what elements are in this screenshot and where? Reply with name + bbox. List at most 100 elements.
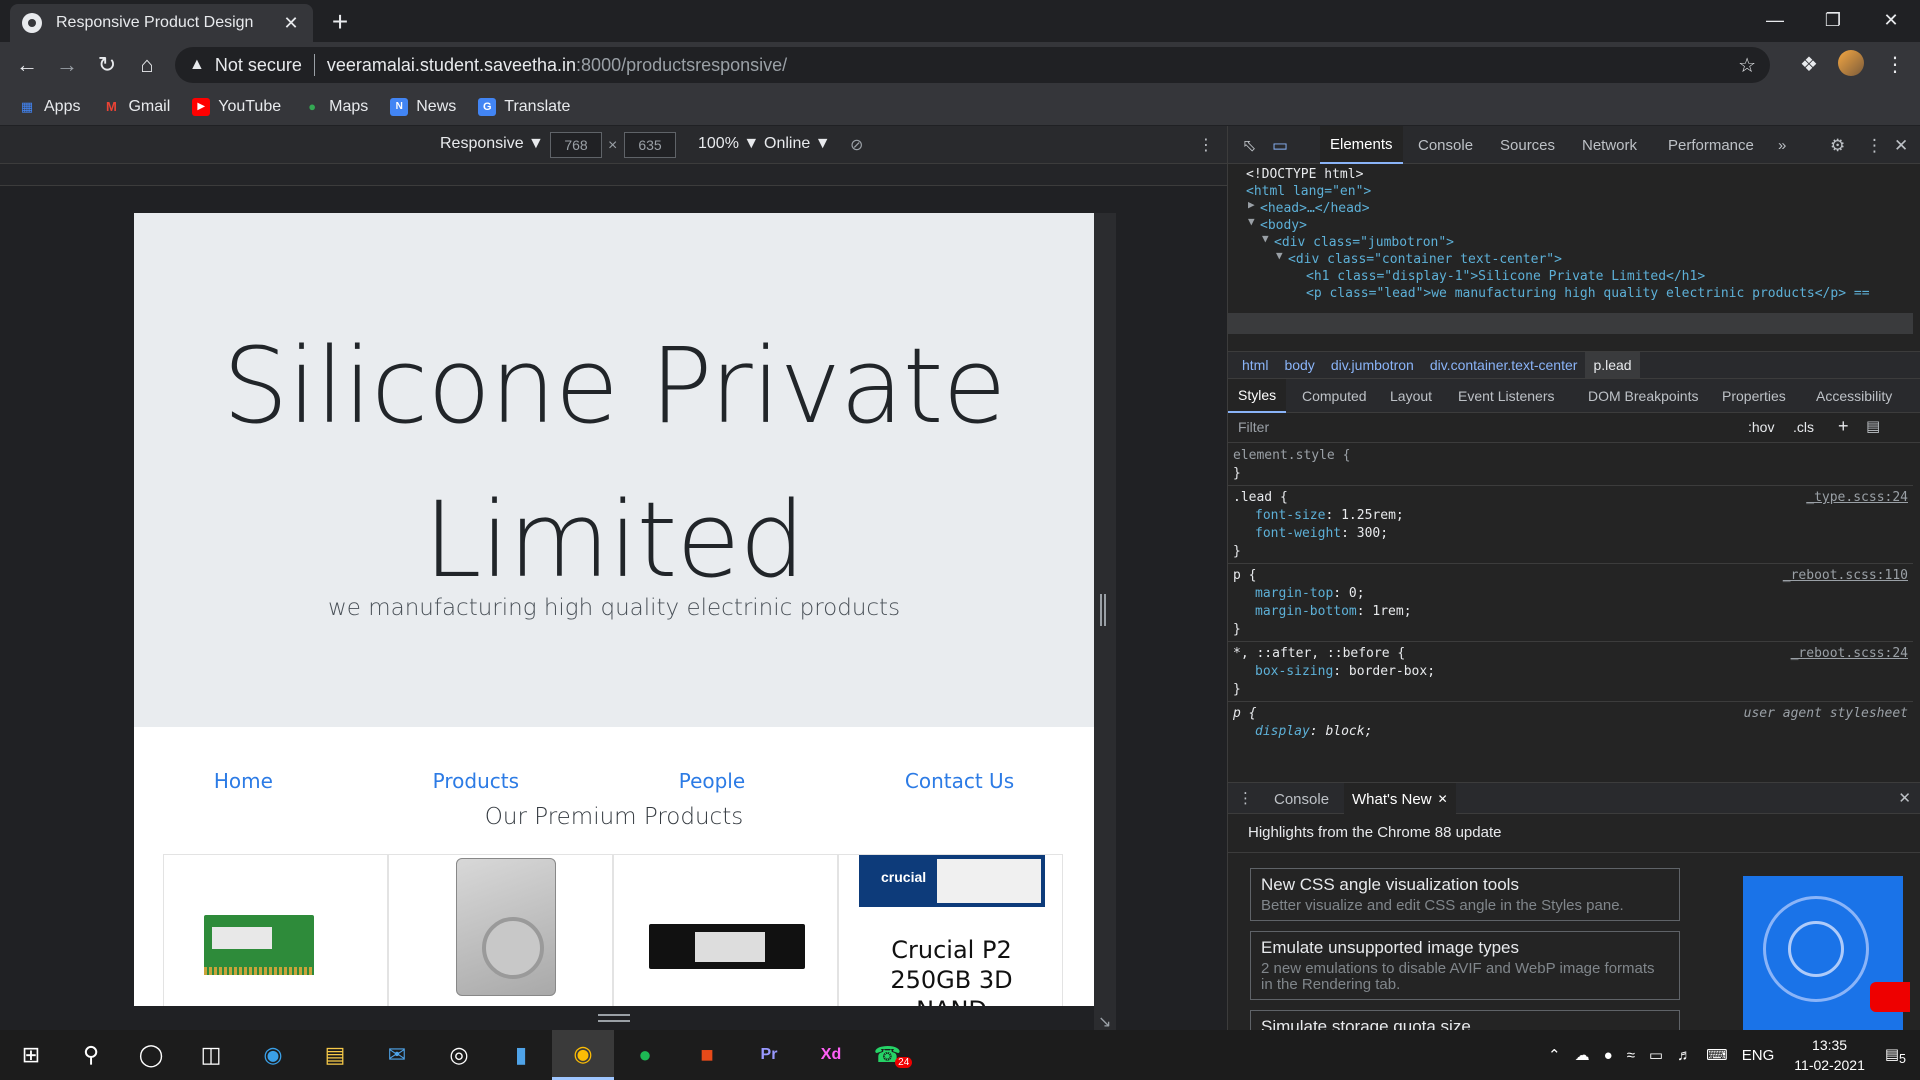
back-icon[interactable]: ←	[12, 50, 42, 80]
collapse-arrow-icon[interactable]: ▼	[1276, 249, 1283, 262]
tab-elements[interactable]: Elements	[1320, 126, 1403, 164]
tab-accessibility[interactable]: Accessibility	[1806, 379, 1902, 413]
profile-avatar[interactable]	[1838, 50, 1864, 76]
breadcrumb-item[interactable]: body	[1276, 352, 1322, 378]
breadcrumb-item-active[interactable]: p.lead	[1585, 352, 1640, 378]
close-devtools-icon[interactable]: ✕	[1894, 136, 1908, 156]
rule-selector[interactable]: p {	[1233, 567, 1256, 585]
volume-icon[interactable]: ♬	[1677, 1047, 1692, 1064]
nav-home-link[interactable]: Home	[214, 769, 273, 793]
bookmark-news[interactable]: N News	[390, 97, 456, 116]
more-tabs-icon[interactable]: »	[1768, 126, 1796, 164]
language-indicator[interactable]: ENG	[1742, 1047, 1775, 1064]
bookmark-apps[interactable]: ▦ Apps	[18, 98, 81, 116]
bookmark-gmail[interactable]: M Gmail	[102, 98, 170, 116]
settings-gear-icon[interactable]: ⚙	[1830, 136, 1845, 156]
rule-selector[interactable]: element.style {	[1233, 447, 1350, 465]
tab-event-listeners[interactable]: Event Listeners	[1448, 379, 1565, 413]
dom-node-selected[interactable]: <p class="lead">we manufacturing high qu…	[1306, 283, 1870, 304]
product-card-hdd[interactable]	[388, 854, 613, 1006]
rule-selector[interactable]: p {	[1233, 705, 1256, 723]
new-rule-plus-icon[interactable]: +	[1838, 416, 1849, 437]
chrome-icon[interactable]: ◉	[552, 1030, 614, 1080]
rule-declaration[interactable]: margin-top: 0;	[1255, 585, 1365, 603]
tab-performance[interactable]: Performance	[1658, 126, 1764, 164]
address-bar[interactable]: ▲ Not secure veeramalai.student.saveetha…	[175, 47, 1770, 83]
rotate-icon[interactable]: ⊘	[850, 135, 863, 155]
rule-source-link[interactable]: _reboot.scss:110	[1783, 567, 1908, 585]
file-explorer-icon[interactable]: ▤	[304, 1030, 366, 1080]
keyboard-icon[interactable]: ⌨	[1706, 1046, 1728, 1064]
windows-start-icon[interactable]: ⊞	[0, 1030, 62, 1080]
close-window-icon[interactable]: ✕	[1862, 0, 1920, 40]
tab-styles[interactable]: Styles	[1228, 379, 1287, 413]
hov-toggle[interactable]: :hov	[1748, 419, 1774, 435]
browser-tab[interactable]: Responsive Product Design ✕	[10, 4, 313, 42]
bookmark-maps[interactable]: ● Maps	[303, 98, 368, 116]
extensions-puzzle-icon[interactable]: ❖	[1800, 52, 1818, 77]
rule-selector[interactable]: .lead {	[1233, 489, 1288, 507]
mail-icon[interactable]: ✉	[366, 1030, 428, 1080]
tab-console[interactable]: Console	[1408, 126, 1483, 164]
task-view-icon[interactable]: ◫	[180, 1030, 242, 1080]
rule-source-link[interactable]: _reboot.scss:24	[1791, 645, 1908, 663]
office-icon[interactable]: ■	[676, 1030, 738, 1080]
close-tab-icon[interactable]: ✕	[1438, 792, 1448, 806]
store-icon[interactable]: ▮	[490, 1030, 552, 1080]
wifi-icon[interactable]: ≈	[1627, 1047, 1635, 1064]
nav-people-link[interactable]: People	[679, 769, 745, 793]
tab-properties[interactable]: Properties	[1712, 379, 1796, 413]
sidebar-toggle-icon[interactable]: ▤	[1866, 417, 1880, 435]
cortana-icon[interactable]: ◯	[120, 1030, 182, 1080]
device-mode-select[interactable]: Responsive ▼	[440, 135, 544, 153]
new-tab-button[interactable]: +	[325, 6, 355, 38]
premiere-pro-icon[interactable]: Pr	[738, 1030, 800, 1080]
collapse-arrow-icon[interactable]: ▼	[1248, 215, 1255, 228]
adobe-xd-icon[interactable]: Xd	[800, 1030, 862, 1080]
spotify-icon[interactable]: ●	[614, 1030, 676, 1080]
rule-selector[interactable]: *, ::after, ::before {	[1233, 645, 1405, 663]
drawer-tab-whats-new[interactable]: What's New ✕	[1344, 783, 1456, 815]
bookmark-youtube[interactable]: ▶ YouTube	[192, 97, 281, 116]
viewport-width-input[interactable]: 768	[550, 132, 602, 158]
rule-declaration[interactable]: font-size: 1.25rem;	[1255, 507, 1404, 525]
tab-network[interactable]: Network	[1572, 126, 1647, 164]
nav-products-link[interactable]: Products	[433, 769, 519, 793]
throttling-select[interactable]: Online ▼	[764, 135, 831, 153]
cloud-icon[interactable]: ☁	[1575, 1046, 1590, 1064]
device-toggle-icon[interactable]: ▭	[1272, 136, 1288, 156]
width-resize-handle[interactable]	[1100, 594, 1106, 626]
tab-layout[interactable]: Layout	[1380, 379, 1442, 413]
tab-computed[interactable]: Computed	[1292, 379, 1377, 413]
device-more-icon[interactable]: ⋮	[1198, 135, 1214, 155]
breadcrumb-item[interactable]: div.jumbotron	[1323, 352, 1422, 378]
security-status[interactable]: Not secure	[215, 55, 302, 76]
close-drawer-icon[interactable]: ✕	[1898, 789, 1911, 807]
collapse-arrow-icon[interactable]: ▼	[1262, 232, 1269, 245]
breadcrumb-item[interactable]: html	[1234, 352, 1276, 378]
rule-declaration[interactable]: font-weight: 300;	[1255, 525, 1388, 543]
home-icon[interactable]: ⌂	[132, 50, 162, 80]
restore-icon[interactable]: ❐	[1804, 0, 1862, 40]
tab-sources[interactable]: Sources	[1490, 126, 1565, 164]
drawer-menu-icon[interactable]: ⋮	[1238, 789, 1253, 807]
battery-icon[interactable]: ▭	[1649, 1046, 1663, 1064]
nav-contact-link[interactable]: Contact Us	[905, 769, 1014, 793]
microphone-icon[interactable]: ●	[1604, 1047, 1613, 1064]
clock[interactable]: 13:35 11-02-2021	[1794, 1035, 1865, 1075]
expand-arrow-icon[interactable]: ▶	[1248, 198, 1255, 211]
drawer-tab-console[interactable]: Console	[1266, 783, 1337, 815]
filter-input[interactable]: Filter	[1238, 419, 1269, 435]
notifications-icon[interactable]: ▤5	[1885, 1045, 1906, 1066]
whats-new-item[interactable]: New CSS angle visualization tools Better…	[1250, 868, 1680, 921]
breadcrumb-item[interactable]: div.container.text-center	[1422, 352, 1586, 378]
product-card-ssd[interactable]	[613, 854, 838, 1006]
viewport-height-input[interactable]: 635	[624, 132, 676, 158]
bookmark-translate[interactable]: G Translate	[478, 97, 570, 116]
edge-icon[interactable]: ◉	[242, 1030, 304, 1080]
rule-declaration[interactable]: box-sizing: border-box;	[1255, 663, 1435, 681]
tray-overflow-icon[interactable]: ⌃	[1548, 1046, 1561, 1064]
cls-toggle[interactable]: .cls	[1793, 419, 1814, 435]
rule-declaration[interactable]: margin-bottom: 1rem;	[1255, 603, 1412, 621]
tab-dom-breakpoints[interactable]: DOM Breakpoints	[1578, 379, 1708, 413]
